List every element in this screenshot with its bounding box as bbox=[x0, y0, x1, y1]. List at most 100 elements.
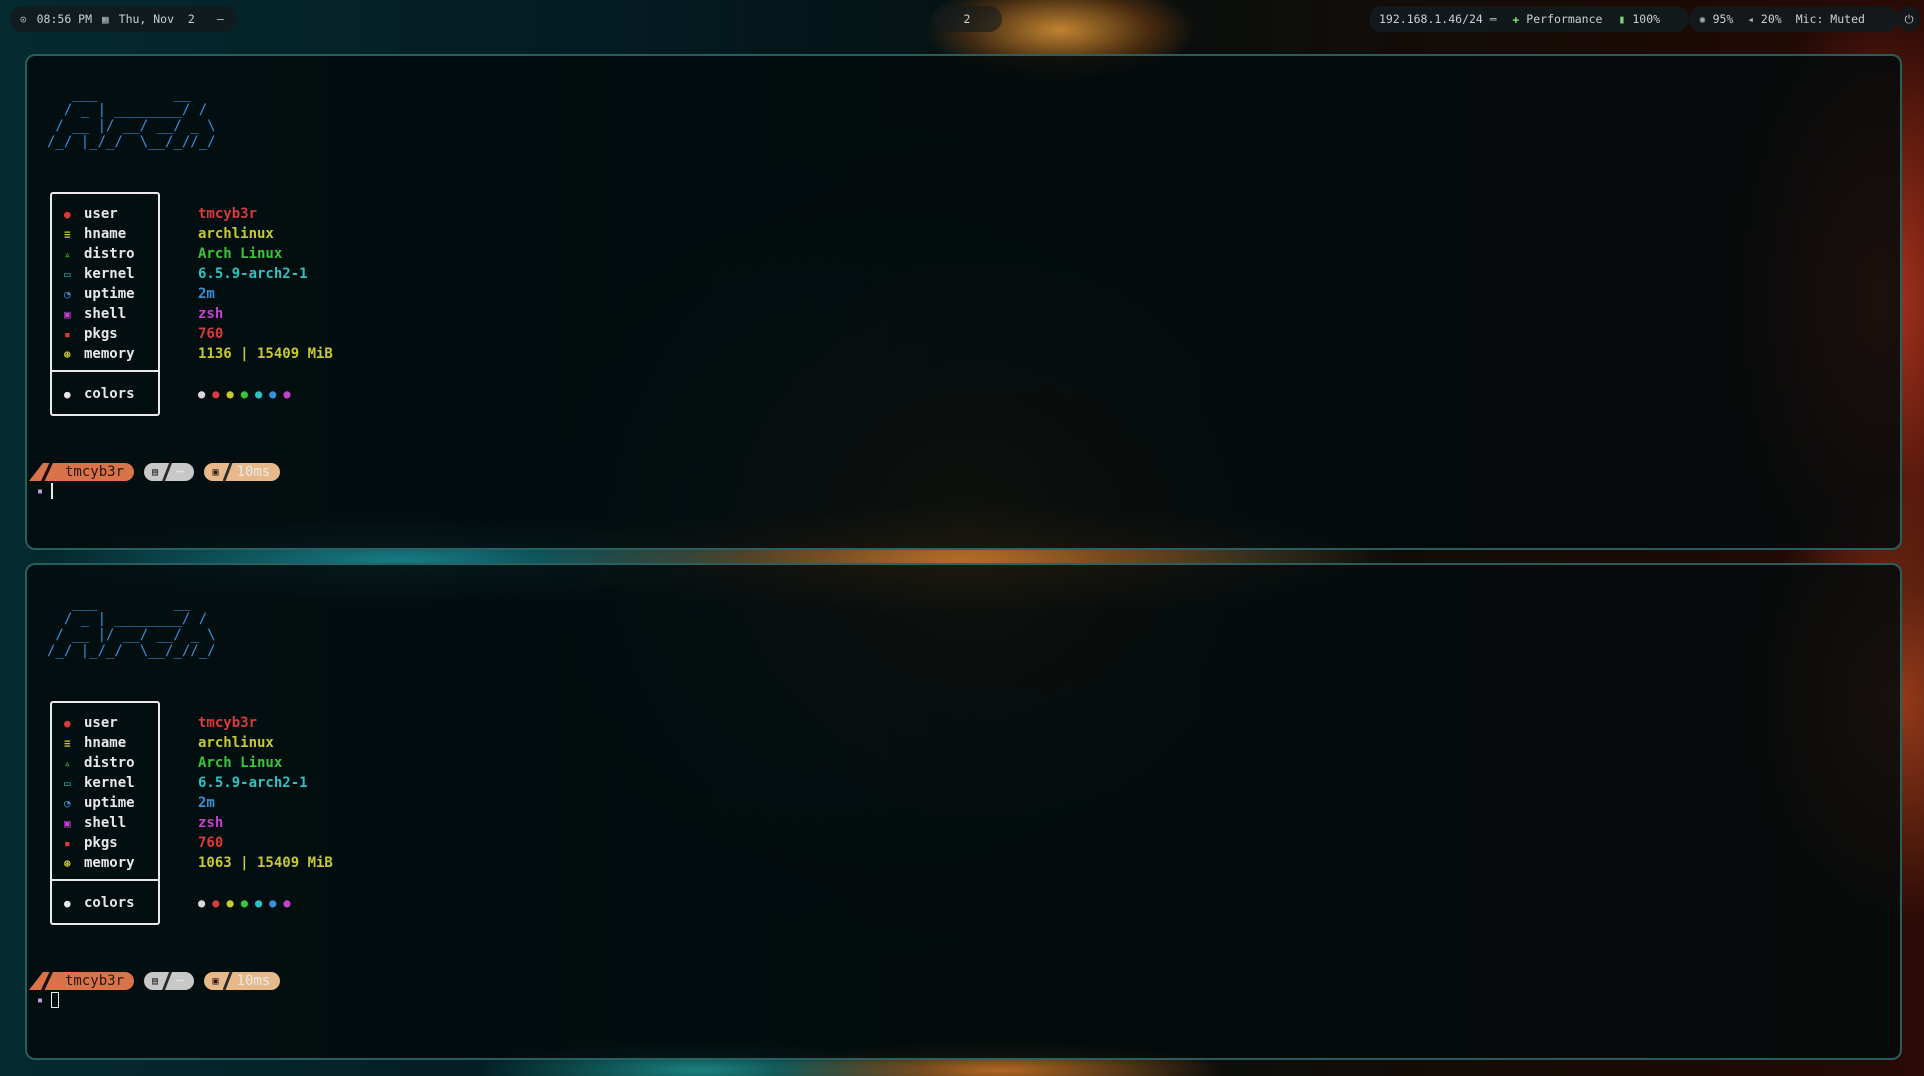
info-label: hname bbox=[84, 735, 127, 751]
workspace-indicator[interactable]: 2 bbox=[932, 6, 1002, 32]
palette-dot: ● bbox=[283, 387, 291, 401]
battery-module: ▮ 100% bbox=[1618, 12, 1660, 26]
info-label: uptime bbox=[84, 286, 135, 302]
volume-module[interactable]: ◂ 20% bbox=[1747, 12, 1781, 26]
info-row-user: ● user tmcyb3r bbox=[64, 713, 257, 733]
terminal-window-bottom[interactable]: ___ __ / _ | ________/ / / __ |/ __/ __/… bbox=[25, 563, 1902, 1060]
info-label: uptime bbox=[84, 795, 135, 811]
colors-icon: ● bbox=[64, 896, 71, 910]
info-value: 1136 | 15409 MiB bbox=[198, 346, 333, 362]
info-label: user bbox=[84, 715, 118, 731]
palette-dot: ● bbox=[212, 387, 220, 401]
brightness-icon: ✺ bbox=[1699, 13, 1706, 26]
prompt-user-segment: tmcyb3r bbox=[29, 972, 135, 990]
palette-dot: ● bbox=[254, 896, 263, 910]
power-icon: ⏻ bbox=[1904, 11, 1914, 26]
package-icon: ▪ bbox=[64, 327, 71, 341]
info-label: pkgs bbox=[84, 835, 118, 851]
timer-icon: ▣ bbox=[212, 466, 219, 478]
info-row-colors: ● colors ● ● ● ● ● ● ● bbox=[64, 893, 291, 913]
prompt-user: tmcyb3r bbox=[65, 464, 125, 480]
info-row-uptime: ◔ uptime 2m bbox=[64, 793, 215, 813]
terminal-window-top[interactable]: ___ __ / _ | ________/ / / __ |/ __/ __/… bbox=[25, 54, 1902, 550]
info-value: archlinux bbox=[198, 735, 274, 751]
battery-level: 100% bbox=[1632, 12, 1661, 26]
info-value: zsh bbox=[198, 815, 224, 831]
info-row-user: ● user tmcyb3r bbox=[64, 204, 257, 224]
ethernet-icon: ═ bbox=[1489, 13, 1497, 26]
info-row-distro: ▵ distro Arch Linux bbox=[64, 244, 282, 264]
info-value: tmcyb3r bbox=[198, 715, 258, 731]
info-row-memory: ⊛ memory 1136 | 15409 MiB bbox=[64, 344, 333, 364]
info-row-pkgs: ▪ pkgs 760 bbox=[64, 324, 223, 344]
info-row-memory: ⊛ memory 1063 | 15409 MiB bbox=[64, 853, 333, 873]
info-value: 2m bbox=[198, 795, 215, 811]
palette-dot: ● bbox=[254, 387, 263, 401]
brightness-module[interactable]: ✺ 95% bbox=[1699, 12, 1733, 26]
shell-icon: ▣ bbox=[64, 307, 71, 321]
kernel-icon: ▭ bbox=[64, 267, 71, 281]
colors-icon: ● bbox=[64, 387, 71, 401]
info-value: Arch Linux bbox=[198, 755, 283, 771]
brightness-level: 95% bbox=[1712, 12, 1734, 26]
clock-date-module[interactable]: ⊙ 08:56 PM ▦ Thu, Nov 2 – bbox=[10, 6, 237, 32]
info-row-kernel: ▭ kernel 6.5.9-arch2-1 bbox=[64, 773, 308, 793]
prompt-marker-icon: ▪ bbox=[37, 485, 44, 497]
network-module[interactable]: 192.168.1.46/24 ═ bbox=[1379, 12, 1496, 26]
prompt-time-segment: ▣ 10ms bbox=[204, 972, 281, 990]
info-value: 760 bbox=[198, 835, 224, 851]
info-separator bbox=[52, 370, 158, 372]
info-label: distro bbox=[84, 755, 135, 771]
prompt-user-segment: tmcyb3r bbox=[29, 463, 135, 481]
palette-dot: ● bbox=[226, 387, 234, 401]
palette-dot: ● bbox=[226, 896, 234, 910]
extra-indicator[interactable]: – bbox=[217, 12, 224, 26]
palette-dot: ● bbox=[212, 896, 220, 910]
shell-prompt: tmcyb3r ▤ ~ ▣ 10ms bbox=[29, 971, 281, 991]
power-profile-label: Performance bbox=[1526, 12, 1603, 26]
battery-icon: ▮ bbox=[1618, 12, 1626, 26]
clock-time: 08:56 PM bbox=[36, 12, 93, 26]
info-value: 2m bbox=[198, 286, 215, 302]
audio-module: ✺ 95% ◂ 20% Mic: Muted bbox=[1689, 6, 1899, 32]
info-value: zsh bbox=[198, 306, 224, 322]
distro-icon: ▵ bbox=[64, 756, 71, 770]
input-line[interactable]: ▪ bbox=[37, 991, 60, 1009]
info-value: archlinux bbox=[198, 226, 274, 242]
info-value: 1063 | 15409 MiB bbox=[198, 855, 333, 871]
info-label: distro bbox=[84, 246, 135, 262]
text-cursor bbox=[51, 483, 54, 499]
power-button[interactable]: ⏻ bbox=[1898, 6, 1920, 32]
mic-status[interactable]: Mic: Muted bbox=[1796, 12, 1865, 26]
info-label: kernel bbox=[84, 775, 135, 791]
volume-icon: ◂ bbox=[1747, 13, 1754, 26]
performance-icon: ✚ bbox=[1512, 12, 1520, 26]
uptime-icon: ◔ bbox=[64, 796, 71, 810]
info-row-distro: ▵ distro Arch Linux bbox=[64, 753, 282, 773]
package-icon: ▪ bbox=[64, 836, 71, 850]
network-address: 192.168.1.46/24 bbox=[1379, 12, 1483, 26]
info-separator bbox=[52, 879, 158, 881]
text-cursor bbox=[51, 992, 60, 1008]
info-row-shell: ▣ shell zsh bbox=[64, 813, 223, 833]
prompt-dir: ~ bbox=[176, 464, 185, 480]
shell-prompt: tmcyb3r ▤ ~ ▣ 10ms bbox=[29, 462, 281, 482]
info-label: pkgs bbox=[84, 326, 118, 342]
input-line[interactable]: ▪ bbox=[37, 482, 54, 500]
color-palette: ● ● ● ● ● ● ● bbox=[198, 896, 291, 910]
info-row-colors: ● colors ● ● ● ● ● ● ● bbox=[64, 384, 291, 404]
top-bar: ⊙ 08:56 PM ▦ Thu, Nov 2 – 2 192.168.1.46… bbox=[0, 0, 1924, 38]
prompt-marker-icon: ▪ bbox=[37, 994, 44, 1006]
info-value: 760 bbox=[198, 326, 224, 342]
user-icon: ● bbox=[64, 716, 71, 730]
info-value: Arch Linux bbox=[198, 246, 283, 262]
uptime-icon: ◔ bbox=[64, 287, 71, 301]
palette-dot: ● bbox=[269, 387, 277, 401]
info-row-kernel: ▭ kernel 6.5.9-arch2-1 bbox=[64, 264, 308, 284]
prompt-duration: 10ms bbox=[236, 973, 271, 989]
info-value: 6.5.9-arch2-1 bbox=[198, 775, 308, 791]
info-label: colors bbox=[84, 386, 135, 402]
palette-dot: ● bbox=[198, 896, 206, 910]
clock-icon: ⊙ bbox=[20, 12, 27, 26]
power-profile-module[interactable]: ✚ Performance bbox=[1512, 12, 1602, 26]
